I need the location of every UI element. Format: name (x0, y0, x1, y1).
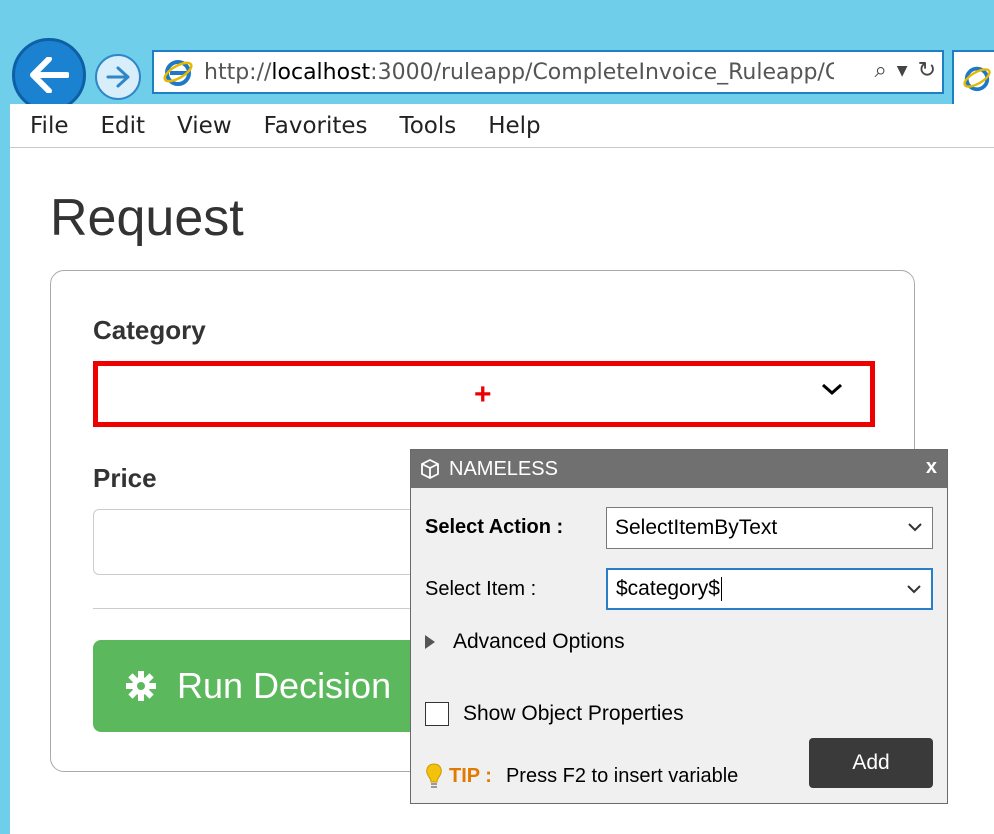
lightbulb-icon (426, 763, 442, 788)
menu-file[interactable]: File (30, 113, 69, 139)
menu-bar: File Edit View Favorites Tools Help (10, 104, 994, 148)
dropdown-icon[interactable]: ▼ (897, 63, 908, 79)
search-icon[interactable]: ⌕ (874, 58, 886, 83)
menu-favorites[interactable]: Favorites (264, 113, 368, 139)
run-decision-label: Run Decision (177, 665, 392, 706)
add-button[interactable]: Add (809, 738, 933, 788)
select-action-label: Select Action : (425, 516, 564, 538)
forward-arrow-icon (106, 66, 130, 88)
refresh-icon[interactable]: ↻ (918, 58, 936, 83)
chevron-down-icon (822, 383, 842, 396)
select-item-label: Select Item : (425, 578, 537, 600)
show-object-properties-label: Show Object Properties (463, 702, 684, 725)
ie-logo-icon (158, 52, 198, 92)
gear-icon (126, 671, 156, 701)
browser-chrome: http://localhost:3000/ruleapp/CompleteIn… (0, 0, 994, 112)
expand-triangle-icon (425, 635, 435, 649)
dialog-header[interactable]: NAMELESS x (411, 450, 947, 488)
select-item-input[interactable]: $category$ (606, 568, 933, 610)
tip-row: TIP : Press F2 to insert variable (425, 762, 738, 790)
browser-tab[interactable] (952, 50, 994, 104)
url-text: http://localhost:3000/ruleapp/CompleteIn… (204, 59, 834, 85)
select-action-dropdown[interactable]: SelectItemByText (606, 507, 933, 549)
advanced-options-toggle[interactable]: Advanced Options (425, 630, 625, 654)
select-action-value: SelectItemByText (615, 516, 778, 539)
text-cursor (720, 577, 722, 601)
target-marker: + (474, 378, 492, 411)
select-item-value: $category$ (616, 577, 720, 600)
show-object-properties-checkbox[interactable] (425, 702, 449, 726)
advanced-options-label: Advanced Options (453, 630, 625, 653)
price-label: Price (93, 463, 157, 493)
tip-label: TIP : (449, 764, 492, 787)
ie-tab-icon (963, 66, 991, 92)
show-object-properties-row: Show Object Properties (425, 702, 684, 726)
menu-view[interactable]: View (177, 113, 232, 139)
cube-icon (421, 458, 439, 480)
back-arrow-icon (30, 57, 69, 93)
dialog-title: NAMELESS (449, 457, 558, 480)
chevron-down-icon (908, 523, 922, 532)
close-icon[interactable]: x (926, 456, 937, 479)
category-select[interactable]: + (93, 361, 875, 427)
address-bar[interactable]: http://localhost:3000/ruleapp/CompleteIn… (152, 50, 944, 94)
back-button[interactable] (12, 38, 86, 112)
tip-text: Press F2 to insert variable (505, 764, 739, 787)
forward-button[interactable] (95, 54, 141, 100)
chevron-down-icon (907, 585, 921, 594)
menu-help[interactable]: Help (488, 113, 540, 139)
menu-edit[interactable]: Edit (101, 113, 146, 139)
nameless-dialog: NAMELESS x Select Action : SelectItemByT… (410, 449, 948, 804)
page-title: Request (50, 189, 244, 247)
menu-tools[interactable]: Tools (400, 113, 457, 139)
category-label: Category (93, 315, 206, 345)
